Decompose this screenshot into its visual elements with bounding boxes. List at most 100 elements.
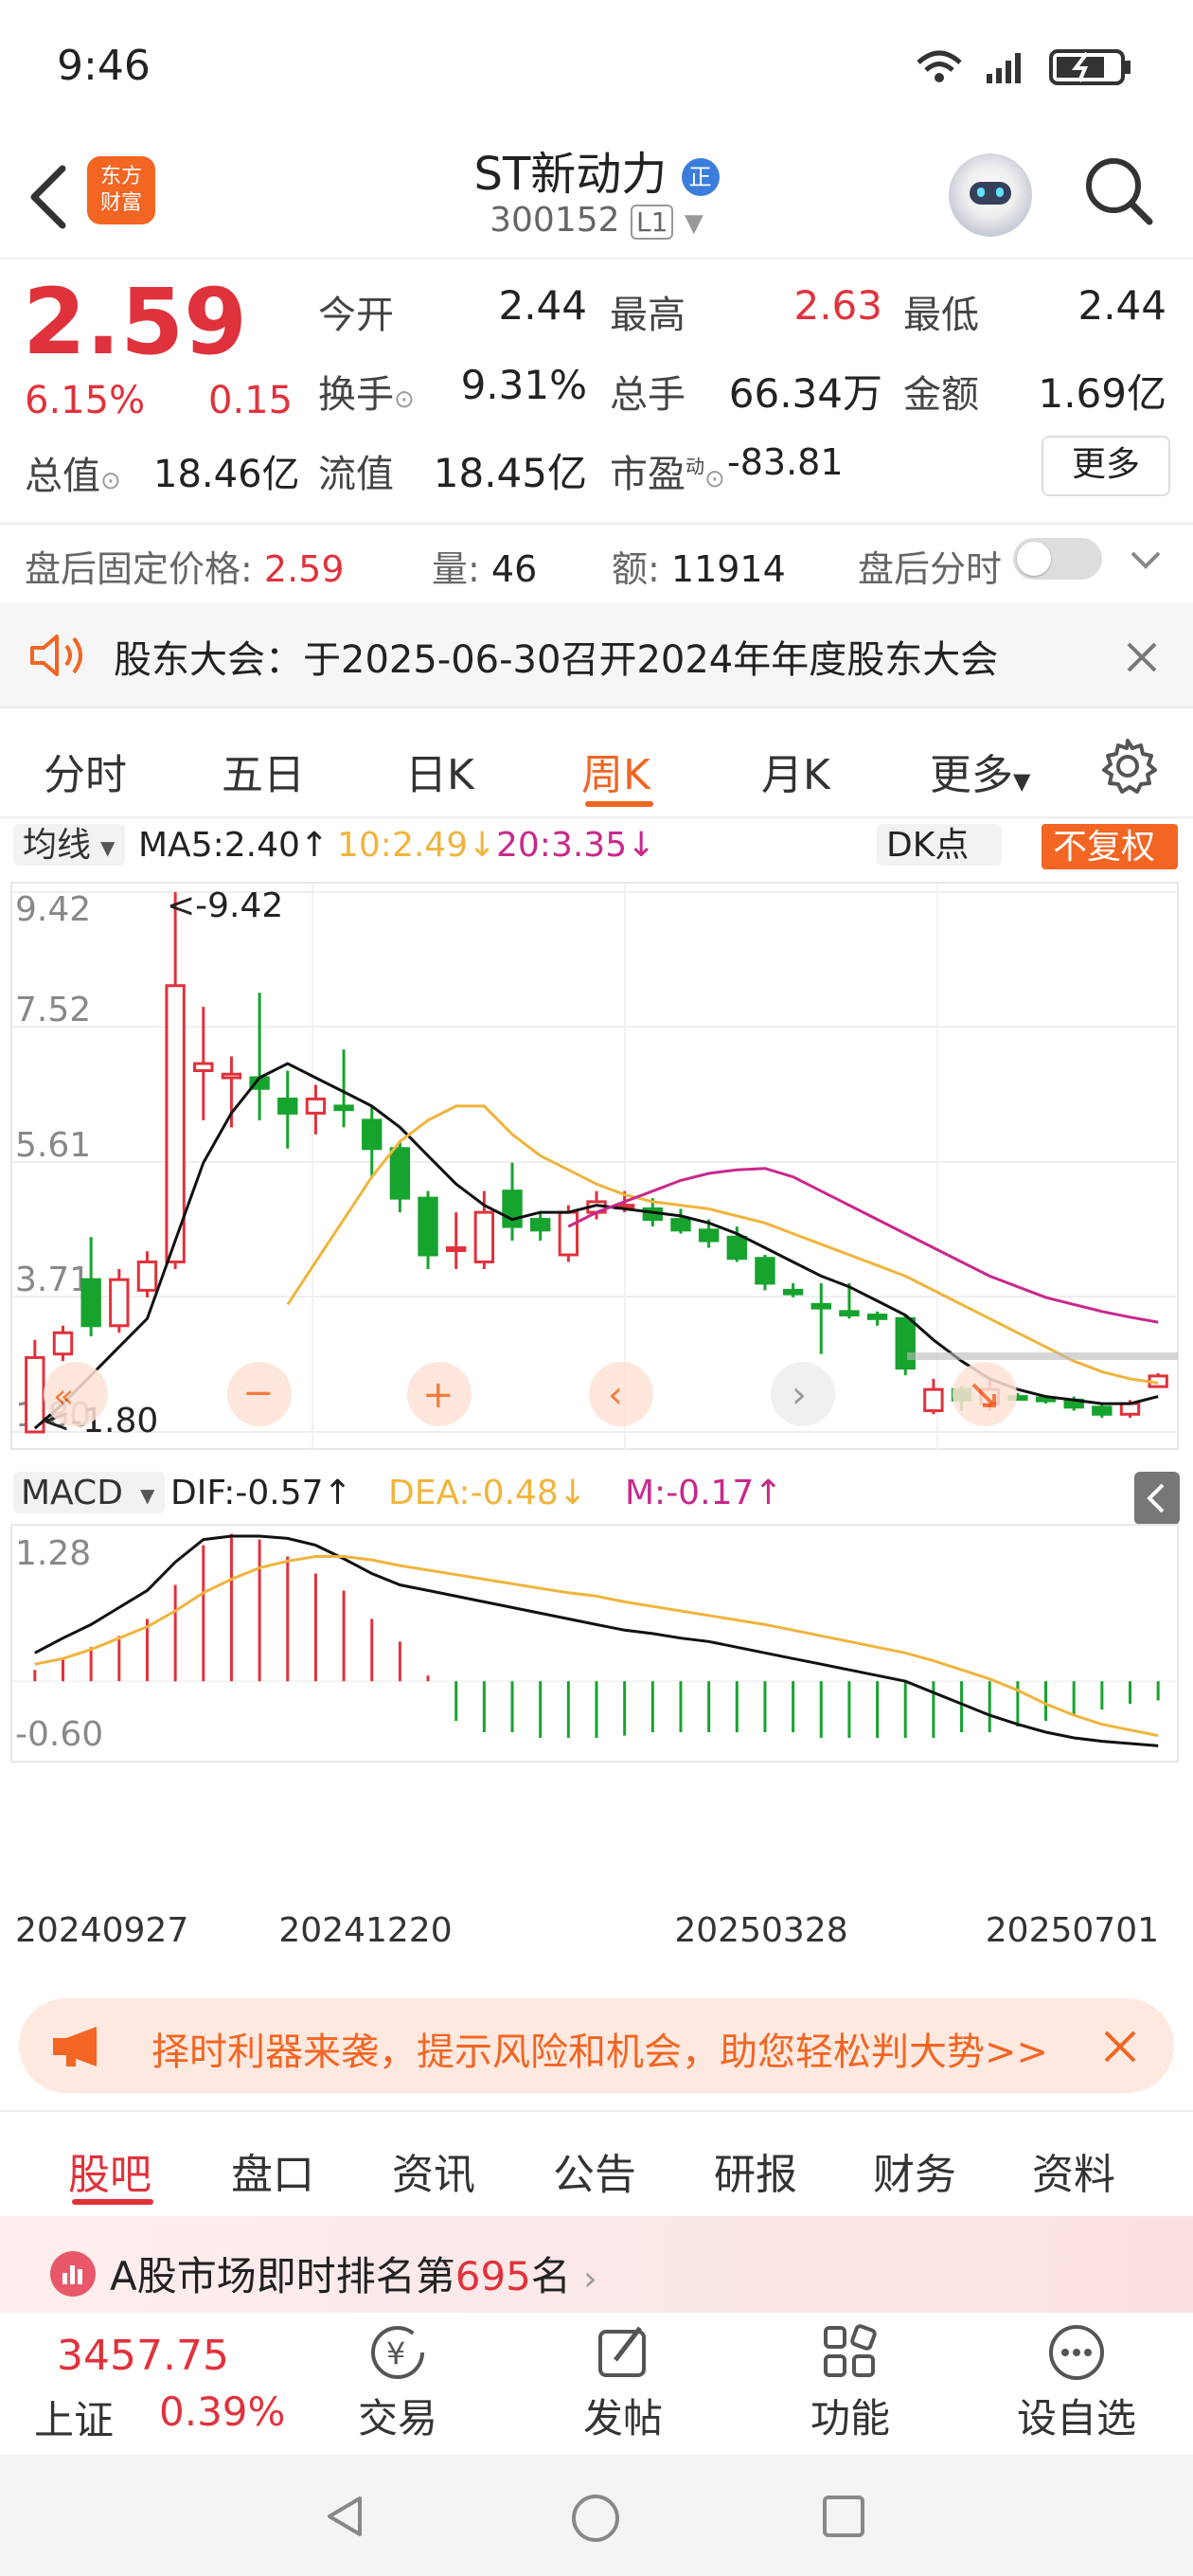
candle (895, 1315, 916, 1376)
candle-body (839, 1310, 860, 1317)
assistant-robot-icon[interactable] (949, 153, 1032, 237)
macd-y-ticks: 1.28 -0.60 (15, 1534, 103, 1754)
info-icon: ⊙ (394, 385, 415, 414)
candle-body (670, 1218, 691, 1232)
candle (866, 1311, 888, 1326)
candle (670, 1208, 691, 1234)
tab-weekly-k[interactable]: 周K (581, 741, 650, 801)
change-pct: 6.15% (25, 379, 146, 422)
candle (165, 892, 186, 1269)
tab-finance[interactable]: 财务 (873, 2140, 956, 2201)
candle-body (810, 1302, 831, 1310)
header-divider (0, 258, 1193, 259)
nav-trade[interactable]: ¥ 交易 (350, 2322, 445, 2444)
candle (389, 1141, 411, 1213)
candle (810, 1282, 831, 1354)
promo-banner[interactable]: 择时利器来袭，提示风险和机会，助您轻松判大势>> (19, 1998, 1174, 2093)
caret-down-icon: ▼ (684, 209, 703, 238)
ma20-label: 20:3.35↓ (496, 826, 655, 865)
candle (502, 1162, 523, 1242)
ma-legend-row: 均线 ▼ MA5:2.40↑ 10:2.49↓ 20:3.35↓ DK点 不复权 (13, 824, 1178, 869)
more-button[interactable]: 更多 (1042, 436, 1170, 496)
status-icons (917, 49, 1131, 85)
candle (109, 1268, 130, 1333)
kline-chart[interactable]: 均线 ▼ MA5:2.40↑ 10:2.49↓ 20:3.35↓ DK点 不复权… (0, 816, 1193, 1962)
candle-body (1092, 1405, 1113, 1416)
notice-divider (0, 707, 1193, 708)
candle-body (726, 1235, 747, 1261)
quote-label-8: 市盈动⊙ (610, 453, 725, 496)
candle-body (698, 1228, 720, 1243)
kline-frame (10, 882, 1179, 1450)
close-icon[interactable] (1098, 2025, 1142, 2068)
caret-down-icon: ▼ (100, 836, 116, 859)
index-value[interactable]: 3457.75 (57, 2332, 229, 2380)
tab-daily-k[interactable]: 日K (405, 741, 474, 801)
index-pct[interactable]: 0.39% (159, 2388, 285, 2435)
total-value: 18.46亿 (153, 453, 300, 496)
change-value: 0.15 (208, 379, 294, 422)
macd-y-tick: -0.60 (15, 1715, 103, 1754)
index-name[interactable]: 上证 (34, 2388, 114, 2446)
candle-body (389, 1147, 411, 1200)
current-price: 2.59 (23, 269, 247, 375)
quote-label-1: 最高 (610, 294, 686, 337)
tab-monthly-k[interactable]: 月K (761, 741, 830, 801)
active-tab-underline (585, 801, 653, 807)
tab-pankou[interactable]: 盘口 (231, 2140, 314, 2201)
candle (136, 1251, 158, 1297)
tab-timeshare[interactable]: 分时 (44, 741, 127, 801)
candle-body (305, 1097, 327, 1115)
after-hours-toggle[interactable] (1013, 538, 1102, 580)
tab-profile[interactable]: 资料 (1032, 2140, 1115, 2201)
rank-bar[interactable]: A股市场即时排名第695名 › (0, 2216, 1193, 2313)
quote-label-0: 今开 (318, 294, 394, 337)
quote-value-3: 9.31% (460, 362, 587, 408)
caret-down-icon: ▼ (140, 1484, 155, 1507)
banner-text: 择时利器来袭，提示风险和机会，助您轻松判大势>> (151, 2030, 1049, 2074)
system-back-icon[interactable] (322, 2493, 369, 2540)
candle-body (473, 1210, 495, 1263)
wifi-icon (917, 50, 962, 82)
chevron-left-icon: ‹ (608, 1373, 623, 1417)
ma-line-ma20 (567, 1167, 1159, 1324)
speaker-icon (30, 635, 82, 676)
chart-nav-buttons: « − + ‹ › (44, 1362, 1017, 1426)
close-icon[interactable] (1123, 638, 1161, 676)
tab-guba[interactable]: 股吧 (68, 2140, 151, 2201)
candle-body (529, 1218, 551, 1232)
tab-news[interactable]: 资讯 (392, 2140, 475, 2201)
candle-body (895, 1316, 916, 1370)
chevron-down-icon[interactable] (1127, 546, 1165, 574)
rank-prefix: A股市场即时排名第 (110, 2253, 455, 2299)
candle (249, 993, 270, 1120)
after-hours-price-label: 盘后固定价格: (25, 548, 253, 590)
candle-body (923, 1387, 944, 1413)
nav-function[interactable]: 功能 (803, 2322, 898, 2444)
candle-body (136, 1260, 158, 1292)
candle (80, 1237, 101, 1337)
tab-research[interactable]: 研报 (714, 2140, 797, 2201)
rank-number: 695 (454, 2253, 531, 2299)
rank-text: A股市场即时排名第695名 › (110, 2245, 597, 2302)
tab-five-day[interactable]: 五日 (222, 741, 305, 801)
quote-value-7: 18.45亿 (433, 450, 587, 496)
nav-post[interactable]: 发帖 (576, 2322, 670, 2444)
tab-announcement[interactable]: 公告 (553, 2140, 636, 2201)
nav-add-watchlist[interactable]: 设自选 (1006, 2322, 1148, 2444)
system-recents-icon[interactable] (820, 2493, 867, 2540)
system-home-icon[interactable] (570, 2493, 621, 2544)
notice-bar[interactable]: 股东大会：于2025-06-30召开2024年年度股东大会 (0, 602, 1193, 707)
search-icon[interactable] (1081, 153, 1157, 229)
tab-more[interactable]: 更多▼ (930, 741, 1030, 801)
macd-bars (33, 1533, 1160, 1739)
settings-gear-icon[interactable] (1098, 737, 1157, 796)
kline-y-tick: 5.61 (15, 1126, 91, 1165)
info-icon: ⊙ (704, 465, 725, 493)
quote-value-0: 2.44 (498, 282, 587, 329)
level-badge: L1 (631, 205, 674, 240)
candle (446, 1212, 467, 1269)
candle-body (277, 1097, 298, 1115)
candle (1092, 1404, 1113, 1419)
quote-value-4: 66.34万 (728, 370, 882, 417)
